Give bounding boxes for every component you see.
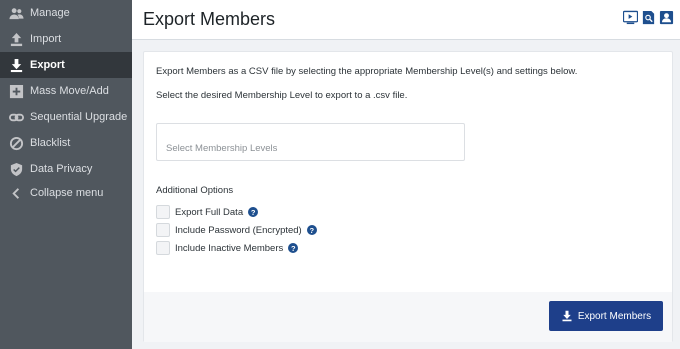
sidebar-item-label: Import: [30, 33, 62, 45]
sidebar-item-mass-move-add[interactable]: Mass Move/Add: [0, 78, 132, 104]
sidebar-item-blacklist[interactable]: Blacklist: [0, 130, 132, 156]
ban-icon: [8, 135, 24, 151]
collapse-menu-button[interactable]: Collapse menu: [0, 180, 132, 206]
sidebar-item-sequential-upgrade[interactable]: Sequential Upgrade: [0, 104, 132, 130]
sidebar-item-label: Manage: [30, 7, 70, 19]
sidebar-item-import[interactable]: Import: [0, 26, 132, 52]
option-label: Include Inactive Members: [175, 242, 284, 254]
additional-options-title: Additional Options: [156, 185, 234, 196]
video-icon[interactable]: [623, 10, 638, 25]
panel-footer: Export Members: [144, 292, 672, 342]
membership-level-select[interactable]: Select Membership Levels: [156, 123, 465, 161]
search-doc-icon[interactable]: [641, 10, 656, 25]
page-header: Export Members: [132, 0, 680, 40]
help-icon[interactable]: ?: [288, 243, 299, 253]
sidebar-item-manage[interactable]: Manage: [0, 0, 132, 26]
users-icon: [8, 5, 24, 21]
option-export-full-data: Export Full Data ?: [156, 205, 259, 219]
page-title: Export Members: [143, 9, 276, 29]
export-members-button[interactable]: Export Members: [549, 301, 663, 331]
export-panel: Export Members as a CSV file by selectin…: [143, 51, 673, 342]
header-icons: [623, 10, 674, 25]
help-icon[interactable]: ?: [306, 225, 317, 235]
sidebar-item-label: Collapse menu: [30, 187, 104, 199]
plus-square-icon: [8, 83, 24, 99]
download-icon: [8, 57, 24, 73]
user-card-icon[interactable]: [659, 10, 674, 25]
chevron-left-icon: [8, 185, 24, 201]
sidebar-item-label: Mass Move/Add: [30, 85, 109, 97]
option-include-password: Include Password (Encrypted) ?: [156, 223, 317, 237]
sidebar-item-data-privacy[interactable]: Data Privacy: [0, 156, 132, 182]
export-full-data-checkbox[interactable]: [156, 205, 170, 219]
sidebar-item-label: Data Privacy: [30, 163, 93, 175]
export-button-label: Export Members: [577, 310, 652, 322]
shield-icon: [8, 161, 24, 177]
sidebar-item-label: Sequential Upgrade: [30, 111, 128, 123]
option-include-inactive: Include Inactive Members ?: [156, 241, 299, 255]
link-icon: [8, 109, 24, 125]
select-placeholder: Select Membership Levels: [166, 143, 278, 154]
include-password-checkbox[interactable]: [156, 223, 170, 237]
include-inactive-checkbox[interactable]: [156, 241, 170, 255]
help-icon[interactable]: ?: [248, 207, 259, 217]
sidebar-item-label: Blacklist: [30, 137, 71, 149]
option-label: Include Password (Encrypted): [175, 224, 302, 236]
membership-level-label: Select the desired Membership Level to e…: [156, 90, 408, 101]
download-icon: [562, 310, 572, 322]
upload-icon: [8, 31, 24, 47]
sidebar-item-label: Export: [30, 59, 65, 71]
option-label: Export Full Data: [175, 206, 244, 218]
sidebar-item-export[interactable]: Export: [0, 52, 132, 78]
sidebar: Manage Import Export Mass Move/Add Seque…: [0, 0, 132, 349]
intro-text: Export Members as a CSV file by selectin…: [156, 66, 578, 77]
